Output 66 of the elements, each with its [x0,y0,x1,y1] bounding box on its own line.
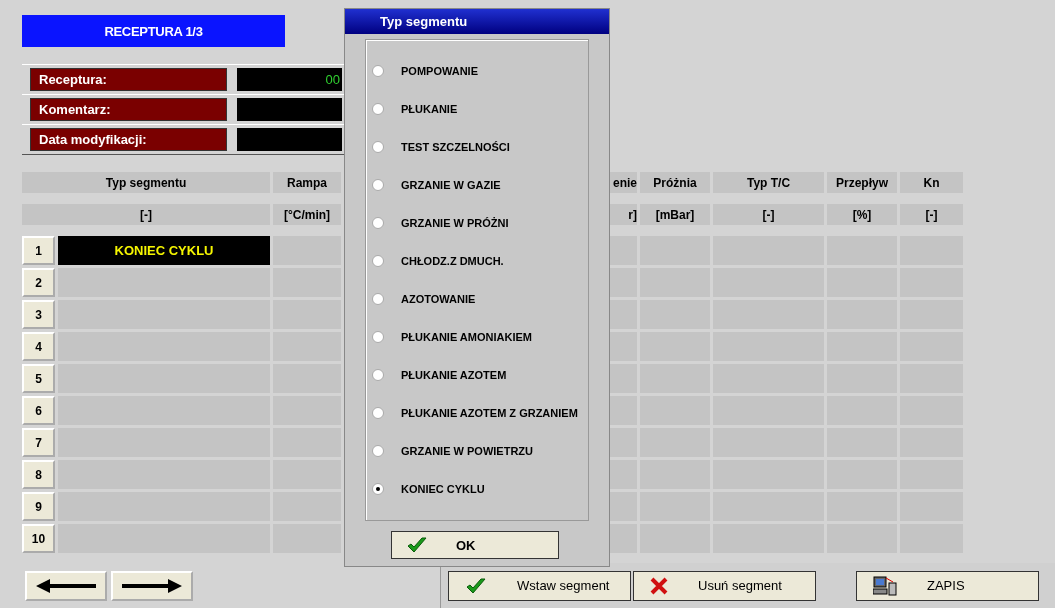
row-number-button[interactable]: 2 [22,268,55,297]
option-label[interactable]: PŁUKANIE [401,103,458,115]
computer-icon [873,575,897,596]
row-number-button[interactable]: 8 [22,460,55,489]
radio-button[interactable] [372,445,384,457]
column-unit: [°C/min] [273,204,341,225]
segment-cell[interactable]: KONIEC CYKLU [58,236,270,265]
radio-button[interactable] [372,103,384,115]
column-header: Kn [900,172,963,193]
next-button[interactable] [111,570,193,601]
radio-button[interactable] [372,255,384,267]
row-number-button[interactable]: 3 [22,300,55,329]
column-header: Typ segmentu [22,172,270,193]
column-unit: [mBar] [640,204,710,225]
option-label[interactable]: CHŁODZ.Z DMUCH. [401,255,504,267]
radio-button[interactable] [372,483,384,495]
row-number-button[interactable]: 10 [22,524,55,553]
delete-button[interactable]: Usuń segment [633,570,816,601]
option-label[interactable]: KONIEC CYKLU [401,483,485,495]
save-button[interactable]: ZAPIS [856,570,1039,601]
column-unit: [%] [827,204,897,225]
row-number-button[interactable]: 4 [22,332,55,361]
ok-button[interactable]: OK [391,531,559,559]
check-icon [406,536,428,554]
option-label[interactable]: TEST SZCZELNOŚCI [401,141,510,153]
row-number-button[interactable]: 6 [22,396,55,425]
radio-button[interactable] [372,141,384,153]
option-label[interactable]: AZOTOWANIE [401,293,476,305]
column-unit: [-] [900,204,963,225]
column-unit: [-] [713,204,824,225]
field-value[interactable]: 00 [237,68,342,91]
field-label: Komentarz: [30,98,227,121]
previous-button[interactable] [25,570,107,601]
radio-button[interactable] [372,293,384,305]
column-header: Rampa [273,172,341,193]
option-label[interactable]: GRZANIE W GAZIE [401,179,501,191]
row-number-button[interactable]: 7 [22,428,55,457]
right-arrow-icon [122,578,182,593]
column-unit: [-] [22,204,270,225]
left-arrow-icon [36,578,96,593]
column-header: Przepływ [827,172,897,193]
radio-button[interactable] [372,65,384,77]
radio-button[interactable] [372,331,384,343]
column-header: Próżnia [640,172,710,193]
field-label: Data modyfikacji: [30,128,227,151]
row-number-button[interactable]: 5 [22,364,55,393]
screen-title: RECEPTURA 1/3 [22,15,285,47]
column-header: Typ T/C [713,172,824,193]
row-number-button[interactable]: 9 [22,492,55,521]
insert-button[interactable]: Wstaw segment [448,570,631,601]
field-value[interactable] [237,98,342,121]
radio-button[interactable] [372,217,384,229]
option-label[interactable]: PŁUKANIE AMONIAKIEM [401,331,532,343]
option-label[interactable]: PŁUKANIE AZOTEM [401,369,507,381]
radio-button[interactable] [372,407,384,419]
option-label[interactable]: PŁUKANIE AZOTEM Z GRZANIEM [401,407,578,419]
row-number-button[interactable]: 1 [22,236,55,265]
dialog-title: Typ segmentu [345,9,609,34]
cross-icon [650,576,668,595]
field-value[interactable] [237,128,342,151]
option-label[interactable]: GRZANIE W POWIETRZU [401,445,533,457]
option-label[interactable]: POMPOWANIE [401,65,478,77]
radio-button[interactable] [372,179,384,191]
field-label: Receptura: [30,68,227,91]
check-icon [465,576,487,595]
radio-button[interactable] [372,369,384,381]
